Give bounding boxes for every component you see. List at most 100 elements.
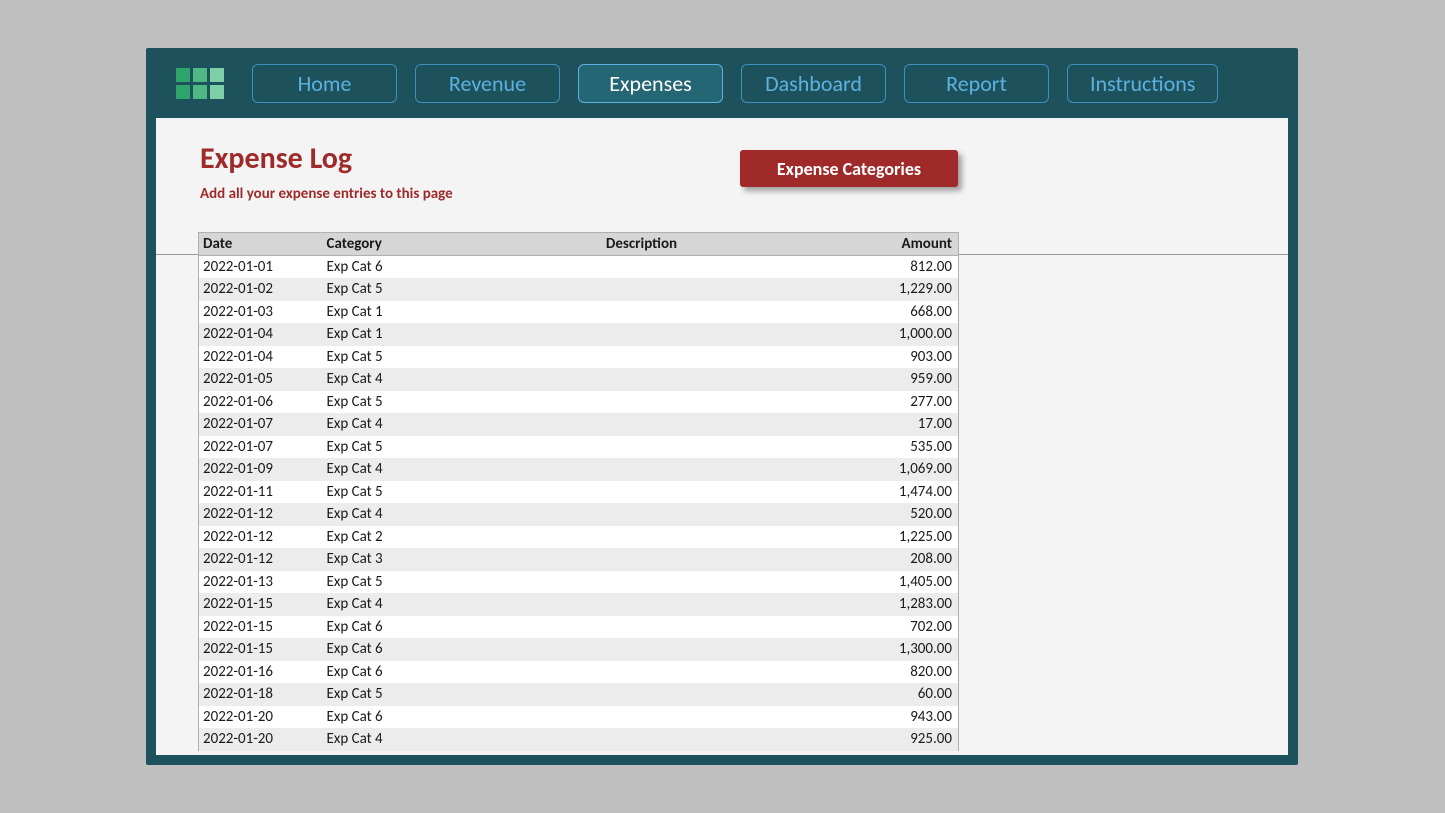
cell-amount[interactable]: 959.00	[833, 368, 959, 391]
cell-category[interactable]: Exp Cat 5	[323, 683, 453, 706]
cell-description[interactable]	[453, 616, 833, 639]
cell-category[interactable]: Exp Cat 3	[323, 548, 453, 571]
table-row[interactable]: 2022-01-13Exp Cat 5 1,405.00	[199, 571, 959, 594]
cell-category[interactable]: Exp Cat 6	[323, 256, 453, 279]
cell-amount[interactable]: 812.00	[833, 256, 959, 279]
nav-tab-report[interactable]: Report	[904, 64, 1049, 103]
cell-description[interactable]	[453, 301, 833, 324]
cell-category[interactable]: Exp Cat 5	[323, 278, 453, 301]
cell-amount[interactable]: 520.00	[833, 503, 959, 526]
table-row[interactable]: 2022-01-18Exp Cat 5 60.00	[199, 683, 959, 706]
cell-description[interactable]	[453, 503, 833, 526]
cell-amount[interactable]: 943.00	[833, 706, 959, 729]
cell-description[interactable]	[453, 683, 833, 706]
cell-date[interactable]: 2022-01-07	[199, 436, 323, 459]
cell-amount[interactable]: 1,405.00	[833, 571, 959, 594]
cell-category[interactable]: Exp Cat 4	[323, 503, 453, 526]
cell-amount[interactable]: 1,300.00	[833, 638, 959, 661]
cell-description[interactable]	[453, 391, 833, 414]
cell-date[interactable]: 2022-01-02	[199, 278, 323, 301]
col-header-date[interactable]: Date	[199, 233, 323, 256]
cell-date[interactable]: 2022-01-16	[199, 661, 323, 684]
cell-category[interactable]: Exp Cat 4	[323, 368, 453, 391]
cell-category[interactable]: Exp Cat 6	[323, 661, 453, 684]
table-row[interactable]: 2022-01-15Exp Cat 41,283.00	[199, 593, 959, 616]
cell-description[interactable]	[453, 571, 833, 594]
cell-date[interactable]: 2022-01-20	[199, 728, 323, 751]
table-row[interactable]: 2022-01-06Exp Cat 5277.00	[199, 391, 959, 414]
nav-tab-expenses[interactable]: Expenses	[578, 64, 723, 103]
cell-amount[interactable]: 1,225.00	[833, 526, 959, 549]
table-row[interactable]: 2022-01-01Exp Cat 6 812.00	[199, 256, 959, 279]
table-row[interactable]: 2022-01-02Exp Cat 5 1,229.00	[199, 278, 959, 301]
cell-description[interactable]	[453, 661, 833, 684]
cell-category[interactable]: Exp Cat 6	[323, 706, 453, 729]
cell-date[interactable]: 2022-01-07	[199, 413, 323, 436]
cell-description[interactable]	[453, 256, 833, 279]
cell-date[interactable]: 2022-01-04	[199, 346, 323, 369]
cell-description[interactable]	[453, 728, 833, 751]
cell-amount[interactable]: 60.00	[833, 683, 959, 706]
cell-date[interactable]: 2022-01-09	[199, 458, 323, 481]
cell-category[interactable]: Exp Cat 6	[323, 638, 453, 661]
table-row[interactable]: 2022-01-15Exp Cat 6702.00	[199, 616, 959, 639]
cell-category[interactable]: Exp Cat 5	[323, 571, 453, 594]
cell-date[interactable]: 2022-01-03	[199, 301, 323, 324]
cell-category[interactable]: Exp Cat 5	[323, 391, 453, 414]
cell-date[interactable]: 2022-01-01	[199, 256, 323, 279]
nav-tab-home[interactable]: Home	[252, 64, 397, 103]
cell-description[interactable]	[453, 526, 833, 549]
cell-date[interactable]: 2022-01-18	[199, 683, 323, 706]
table-row[interactable]: 2022-01-20Exp Cat 4925.00	[199, 728, 959, 751]
cell-description[interactable]	[453, 368, 833, 391]
cell-category[interactable]: Exp Cat 1	[323, 323, 453, 346]
cell-description[interactable]	[453, 323, 833, 346]
cell-category[interactable]: Exp Cat 4	[323, 458, 453, 481]
cell-amount[interactable]: 668.00	[833, 301, 959, 324]
cell-amount[interactable]: 208.00	[833, 548, 959, 571]
cell-category[interactable]: Exp Cat 4	[323, 413, 453, 436]
table-row[interactable]: 2022-01-03Exp Cat 1668.00	[199, 301, 959, 324]
cell-date[interactable]: 2022-01-13	[199, 571, 323, 594]
cell-amount[interactable]: 1,069.00	[833, 458, 959, 481]
table-row[interactable]: 2022-01-04Exp Cat 5903.00	[199, 346, 959, 369]
cell-amount[interactable]: 1,000.00	[833, 323, 959, 346]
col-header-category[interactable]: Category	[323, 233, 453, 256]
cell-date[interactable]: 2022-01-15	[199, 638, 323, 661]
cell-date[interactable]: 2022-01-15	[199, 593, 323, 616]
cell-amount[interactable]: 277.00	[833, 391, 959, 414]
cell-amount[interactable]: 1,229.00	[833, 278, 959, 301]
nav-tab-dashboard[interactable]: Dashboard	[741, 64, 886, 103]
table-row[interactable]: 2022-01-12Exp Cat 4 520.00	[199, 503, 959, 526]
cell-description[interactable]	[453, 436, 833, 459]
cell-date[interactable]: 2022-01-15	[199, 616, 323, 639]
table-row[interactable]: 2022-01-07Exp Cat 5535.00	[199, 436, 959, 459]
table-row[interactable]: 2022-01-09Exp Cat 4 1,069.00	[199, 458, 959, 481]
table-row[interactable]: 2022-01-04Exp Cat 11,000.00	[199, 323, 959, 346]
cell-category[interactable]: Exp Cat 5	[323, 481, 453, 504]
cell-description[interactable]	[453, 346, 833, 369]
cell-description[interactable]	[453, 706, 833, 729]
table-row[interactable]: 2022-01-05Exp Cat 4 959.00	[199, 368, 959, 391]
table-row[interactable]: 2022-01-20Exp Cat 6943.00	[199, 706, 959, 729]
cell-date[interactable]: 2022-01-12	[199, 503, 323, 526]
cell-description[interactable]	[453, 548, 833, 571]
nav-tab-instructions[interactable]: Instructions	[1067, 64, 1218, 103]
cell-category[interactable]: Exp Cat 2	[323, 526, 453, 549]
cell-category[interactable]: Exp Cat 5	[323, 436, 453, 459]
nav-tab-revenue[interactable]: Revenue	[415, 64, 560, 103]
cell-amount[interactable]: 820.00	[833, 661, 959, 684]
cell-date[interactable]: 2022-01-12	[199, 548, 323, 571]
cell-amount[interactable]: 925.00	[833, 728, 959, 751]
cell-date[interactable]: 2022-01-05	[199, 368, 323, 391]
cell-description[interactable]	[453, 413, 833, 436]
table-row[interactable]: 2022-01-12Exp Cat 21,225.00	[199, 526, 959, 549]
cell-description[interactable]	[453, 481, 833, 504]
table-row[interactable]: 2022-01-07Exp Cat 4 17.00	[199, 413, 959, 436]
cell-description[interactable]	[453, 458, 833, 481]
cell-category[interactable]: Exp Cat 5	[323, 346, 453, 369]
cell-category[interactable]: Exp Cat 4	[323, 593, 453, 616]
cell-amount[interactable]: 17.00	[833, 413, 959, 436]
cell-amount[interactable]: 702.00	[833, 616, 959, 639]
table-row[interactable]: 2022-01-11Exp Cat 51,474.00	[199, 481, 959, 504]
